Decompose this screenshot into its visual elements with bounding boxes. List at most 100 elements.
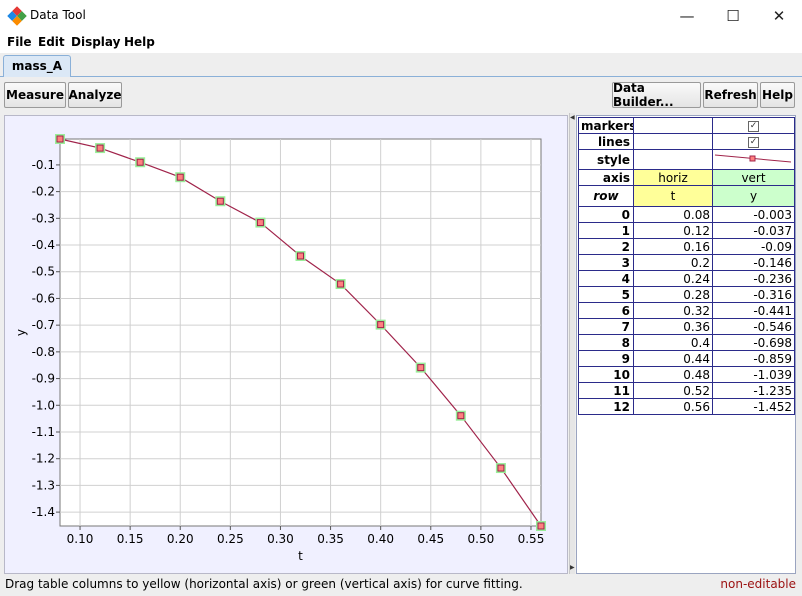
t-cell[interactable]: 0.52 <box>633 382 713 399</box>
y-tick-label: -0.6 <box>32 291 55 305</box>
data-point[interactable] <box>56 135 64 143</box>
table-row[interactable]: 1 0.12 -0.037 <box>578 222 795 239</box>
menu-display[interactable]: Display <box>71 35 120 49</box>
row-number-cell[interactable]: 12 <box>578 398 634 415</box>
markers-check-icon: ✓ <box>748 120 759 132</box>
collapse-left-icon[interactable]: ◀ <box>570 115 575 121</box>
y-cell[interactable]: -1.235 <box>712 382 795 399</box>
t-cell[interactable]: 0.2 <box>633 254 713 271</box>
table-row[interactable]: 4 0.24 -0.236 <box>578 270 795 287</box>
table-row[interactable]: 11 0.52 -1.235 <box>578 382 795 399</box>
t-cell[interactable]: 0.12 <box>633 222 713 239</box>
t-cell[interactable]: 0.24 <box>633 270 713 287</box>
row-number-cell[interactable]: 1 <box>578 222 634 239</box>
content-area: 0.10 0.15 0.20 0.25 0.30 0.35 0.40 0.45 0.50 0.55… <box>0 113 802 574</box>
data-point[interactable] <box>297 252 304 260</box>
t-cell[interactable]: 0.32 <box>633 302 713 319</box>
t-cell[interactable]: 0.16 <box>633 238 713 255</box>
row-number-cell[interactable]: 9 <box>578 350 634 367</box>
style-swatch[interactable] <box>712 149 795 170</box>
y-tick-label: -1.3 <box>32 478 55 492</box>
data-point[interactable] <box>497 464 505 472</box>
row-number-cell[interactable]: 3 <box>578 254 634 271</box>
table-row[interactable]: 7 0.36 -0.546 <box>578 318 795 335</box>
row-number-cell[interactable]: 6 <box>578 302 634 319</box>
y-cell[interactable]: -0.859 <box>712 350 795 367</box>
refresh-button[interactable]: Refresh <box>703 82 758 108</box>
collapse-right-icon[interactable]: ▶ <box>570 565 575 571</box>
y-cell[interactable]: -0.316 <box>712 286 795 303</box>
menu-help[interactable]: Help <box>124 35 155 49</box>
maximize-button[interactable]: ☐ <box>710 0 756 31</box>
axis-vert-cell[interactable]: vert <box>712 169 795 186</box>
minimize-button[interactable]: — <box>664 0 710 31</box>
table-row[interactable]: 6 0.32 -0.441 <box>578 302 795 319</box>
t-cell[interactable]: 0.08 <box>633 206 713 223</box>
row-number-cell[interactable]: 5 <box>578 286 634 303</box>
help-button[interactable]: Help <box>760 82 795 108</box>
measure-button[interactable]: Measure <box>4 82 66 108</box>
row-number-cell[interactable]: 10 <box>578 366 634 383</box>
y-cell[interactable]: -1.039 <box>712 366 795 383</box>
data-point[interactable] <box>337 280 345 288</box>
menu-edit[interactable]: Edit <box>38 35 65 49</box>
table-row[interactable]: 2 0.16 -0.09 <box>578 238 795 255</box>
table-row[interactable]: 3 0.2 -0.146 <box>578 254 795 271</box>
data-point[interactable] <box>537 522 545 530</box>
table-row[interactable]: 8 0.4 -0.698 <box>578 334 795 351</box>
table-row[interactable]: 10 0.48 -1.039 <box>578 366 795 383</box>
axis-horiz-cell[interactable]: horiz <box>633 169 713 186</box>
y-cell[interactable]: -0.236 <box>712 270 795 287</box>
style-label: style <box>578 149 634 170</box>
data-point[interactable] <box>96 144 104 152</box>
table-row[interactable]: 9 0.44 -0.859 <box>578 350 795 367</box>
split-pane-divider[interactable] <box>569 113 575 574</box>
row-number-cell[interactable]: 11 <box>578 382 634 399</box>
tab-mass-a[interactable]: mass_A <box>3 55 71 77</box>
t-cell[interactable]: 0.4 <box>633 334 713 351</box>
y-cell[interactable]: -0.698 <box>712 334 795 351</box>
row-number-cell[interactable]: 7 <box>578 318 634 335</box>
data-point[interactable] <box>377 321 385 329</box>
t-column-header[interactable]: t <box>633 185 713 207</box>
row-number-cell[interactable]: 8 <box>578 334 634 351</box>
data-point[interactable] <box>136 158 144 166</box>
row-number-cell[interactable]: 0 <box>578 206 634 223</box>
row-number-cell[interactable]: 2 <box>578 238 634 255</box>
data-point[interactable] <box>417 364 425 372</box>
row-number-cell[interactable]: 4 <box>578 270 634 287</box>
t-cell[interactable]: 0.56 <box>633 398 713 415</box>
data-point[interactable] <box>457 412 465 420</box>
data-plot[interactable]: 0.10 0.15 0.20 0.25 0.30 0.35 0.40 0.45 0.50 0.55… <box>5 116 568 574</box>
y-cell[interactable]: -0.146 <box>712 254 795 271</box>
table-row[interactable]: 0 0.08 -0.003 <box>578 206 795 223</box>
t-cell[interactable]: 0.28 <box>633 286 713 303</box>
table-row[interactable]: 5 0.28 -0.316 <box>578 286 795 303</box>
x-tick-label: 0.35 <box>317 532 344 546</box>
close-button[interactable]: ✕ <box>756 0 802 31</box>
y-cell[interactable]: -1.452 <box>712 398 795 415</box>
data-point[interactable] <box>256 219 264 227</box>
table-row[interactable]: 12 0.56 -1.452 <box>578 398 795 415</box>
y-cell[interactable]: -0.441 <box>712 302 795 319</box>
y-cell[interactable]: -0.09 <box>712 238 795 255</box>
lines-checkbox[interactable]: ✓ <box>712 133 795 150</box>
menu-file[interactable]: File <box>7 35 32 49</box>
analyze-button[interactable]: Analyze <box>68 82 122 108</box>
y-tick-label: -0.5 <box>32 265 55 279</box>
data-point[interactable] <box>176 173 184 181</box>
menu-bar: File Edit Display Help <box>0 31 802 53</box>
t-cell[interactable]: 0.36 <box>633 318 713 335</box>
y-cell[interactable]: -0.037 <box>712 222 795 239</box>
data-point[interactable] <box>216 197 224 205</box>
t-cell[interactable]: 0.44 <box>633 350 713 367</box>
maximize-icon: ☐ <box>726 6 740 25</box>
data-builder-button[interactable]: Data Builder... <box>612 81 701 109</box>
y-tick-label: -1.0 <box>32 398 55 412</box>
y-cell[interactable]: -0.003 <box>712 206 795 223</box>
t-cell[interactable]: 0.48 <box>633 366 713 383</box>
y-column-header[interactable]: y <box>712 185 795 207</box>
plot-panel[interactable]: 0.10 0.15 0.20 0.25 0.30 0.35 0.40 0.45 0.50 0.55… <box>4 115 568 574</box>
markers-checkbox[interactable]: ✓ <box>712 117 795 134</box>
y-cell[interactable]: -0.546 <box>712 318 795 335</box>
